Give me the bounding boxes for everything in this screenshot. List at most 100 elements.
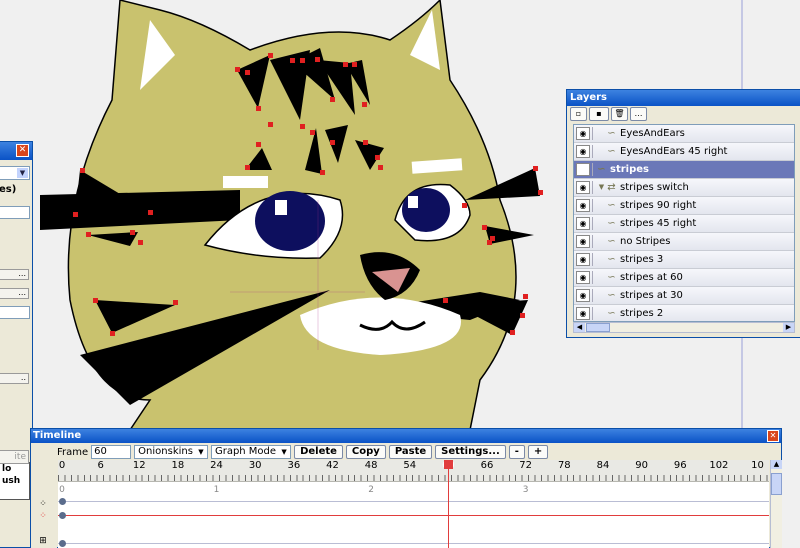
layer-row[interactable]: ◉ ∽ stripes 3 [574,251,794,269]
ruler-tick-label: 12 [132,460,146,471]
visibility-eye-icon[interactable]: ◉ [576,289,590,302]
ruler-tick-label: 66 [480,460,494,471]
layer-row[interactable]: ◉ ∽ stripes 45 right [574,215,794,233]
scroll-left-icon[interactable]: ◀ [574,323,585,332]
scroll-right-icon[interactable]: ▶ [783,323,794,332]
visibility-eye-icon[interactable]: ◉ [576,253,590,266]
new-switch-icon[interactable]: ▪ [589,107,609,121]
visibility-eye-icon[interactable]: ◉ [576,163,590,176]
ruler-tick-label: 30 [248,460,262,471]
layer-row[interactable]: ◉ ∽ stripes at 30 [574,287,794,305]
paste-button[interactable]: Paste [388,445,433,459]
layer-name: EyesAndEars 45 right [620,146,728,157]
switch-layer-icon: ⇄ [607,182,616,193]
close-icon[interactable]: ✕ [767,430,779,442]
layer-name: stripes at 60 [620,272,683,283]
selected-points-icon[interactable]: ⁘ [37,510,49,522]
layer-row[interactable]: ◉ ∽ EyesAndEars 45 right [574,143,794,161]
visibility-eye-icon[interactable]: ◉ [576,145,590,158]
left-panel-titlebar: ✕ [0,142,32,160]
keyframe-label: 2 [368,485,374,495]
layer-row[interactable]: ◉ ∽ stripes 90 right [574,197,794,215]
playhead-handle[interactable] [444,460,454,469]
left-panel-field[interactable] [0,206,30,219]
layer-name: stripes 90 right [620,200,697,211]
visibility-eye-icon[interactable]: ◉ [576,181,590,194]
layers-list[interactable]: ◉ ∽ EyesAndEars ◉ ∽ EyesAndEars 45 right ◉ ∽ str… [573,124,795,322]
delete-button[interactable]: Delete [294,445,343,459]
visibility-eye-icon[interactable]: ◉ [576,307,590,320]
keyframe-dot[interactable] [59,498,66,505]
scroll-thumb[interactable] [586,323,610,332]
ruler-tick-label: 48 [364,460,378,471]
left-panel-more-button-2[interactable]: ... [0,288,29,299]
more-icon[interactable]: … [630,107,647,121]
left-panel-preview-line-1: lo [2,464,12,474]
timeline-ruler[interactable]: 0612182430364248546066727884909610210 [58,460,769,482]
keyframe-dot[interactable] [59,540,66,547]
layer-row[interactable]: ◉ ∽ no Stripes [574,233,794,251]
copy-button[interactable]: Copy [345,445,386,459]
column-divider [592,271,593,284]
left-panel-more-button-3[interactable]: .. [0,373,29,384]
visibility-eye-icon[interactable]: ◉ [576,199,590,212]
graph-mode-label: Graph Mode [214,446,277,457]
layer-row[interactable]: ◉ ∽ EyesAndEars [574,125,794,143]
zoom-out-button[interactable]: - [508,445,525,459]
left-eye-shine [275,200,287,215]
left-panel-button[interactable]: ite [0,450,29,464]
left-panel-field-2[interactable] [0,306,30,319]
vector-layer-icon: ∽ [607,218,616,229]
layer-row[interactable]: ◉ ∽ stripes at 60 [574,269,794,287]
keyframe-dot[interactable] [59,512,66,519]
points-icon[interactable]: ⁘ [37,498,49,510]
visibility-eye-icon[interactable]: ◉ [576,217,590,230]
scroll-thumb[interactable] [771,473,782,495]
ruler-tick-label: 78 [557,460,571,471]
left-panel-select[interactable]: ▼ [0,166,30,180]
column-divider [592,145,593,158]
ruler-tick-label: 72 [519,460,533,471]
onionskins-label: Onionskins [138,446,193,457]
timeline-title: Timeline [33,430,82,441]
visibility-eye-icon[interactable]: ◉ [576,127,590,140]
onionskins-select[interactable]: Onionskins ▼ [134,445,208,459]
vector-layer-icon: ∽ [607,236,616,247]
layers-hscrollbar[interactable]: ◀ ▶ [573,322,795,333]
layer-name: EyesAndEars [620,128,685,139]
chevron-down-icon: ▼ [281,448,287,456]
layer-row[interactable]: ◉ ▼ ⇄ stripes switch [574,179,794,197]
settings-button[interactable]: Settings... [435,445,506,459]
zoom-in-button[interactable]: + [527,445,549,459]
frame-field[interactable]: 60 [91,445,132,459]
visibility-eye-icon[interactable]: ◉ [576,271,590,284]
layer-name: stripes switch [620,182,689,193]
layer-name: stripes [610,164,649,175]
left-panel-preview: lo ush [0,462,30,500]
column-divider [592,235,593,248]
vector-layer-icon: ∽ [607,254,616,265]
scroll-up-icon[interactable]: ▲ [771,460,782,469]
timeline-tracks[interactable]: 0 1 2 3 [58,482,769,548]
left-tool-panel: ✕ ▼ es) ... ... lo ush .. ite [0,141,33,548]
playhead[interactable] [444,460,454,548]
new-layer-icon[interactable]: ▫ [570,107,587,121]
vector-layer-icon: ∽ [607,200,616,211]
timeline-vscrollbar[interactable]: ▲ [770,460,782,548]
ruler-tick-label: 0 [58,460,66,471]
graph-mode-select[interactable]: Graph Mode ▼ [210,445,292,459]
right-iris [402,188,450,232]
delete-icon[interactable]: 🗑 [611,107,628,121]
column-divider [592,163,593,176]
layer-row[interactable]: ◉ ∽ stripes 2 [574,305,794,321]
ruler-tick-label: 10 [751,460,764,471]
ruler-tick-label: 96 [673,460,687,471]
column-divider [592,199,593,212]
visibility-eye-icon[interactable]: ◉ [576,235,590,248]
close-icon[interactable]: ✕ [16,144,29,157]
add-track-icon[interactable]: ⊞ [37,535,49,547]
vector-layer-icon: ∽ [607,146,616,157]
left-panel-more-button-1[interactable]: ... [0,269,29,280]
layer-row[interactable]: ◉ ∽ stripes [574,161,794,179]
column-divider [592,181,593,194]
